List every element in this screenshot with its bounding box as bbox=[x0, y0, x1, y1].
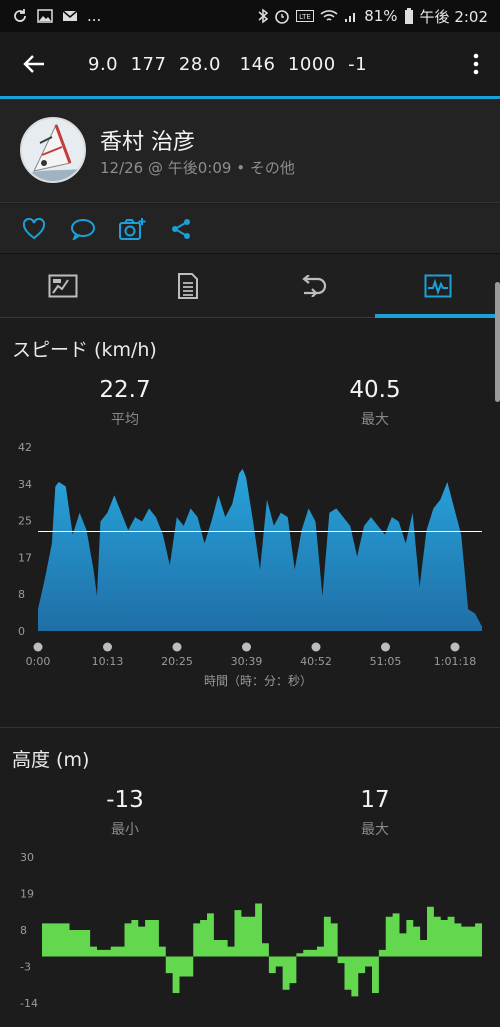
details-tab-icon bbox=[177, 273, 198, 299]
camera-add-icon bbox=[119, 218, 146, 240]
speed-max-value: 40.5 bbox=[349, 377, 401, 403]
graphs-panel: スピード (km/h) 22.7 平均 40.5 最大 42 34 25 17 8 0 0:… bbox=[0, 319, 500, 1027]
altitude-max-value: 17 bbox=[360, 787, 390, 813]
summary-tab-icon bbox=[48, 274, 77, 298]
tab-laps[interactable] bbox=[250, 254, 375, 318]
comment-icon bbox=[71, 219, 95, 240]
sync-icon bbox=[14, 9, 26, 22]
activity-owner: 香村 治彦 12/26 @ 午後0:09 • その他 bbox=[0, 99, 500, 203]
speed-ytick-label: 8 bbox=[18, 588, 25, 601]
speed-ytick-label: 17 bbox=[18, 551, 32, 564]
activity-tabs bbox=[0, 254, 500, 318]
scrollbar[interactable] bbox=[495, 282, 500, 402]
activity-title: 9.0 177 28.0 146 1000 -1 bbox=[88, 53, 368, 75]
speed-xtick-marker[interactable] bbox=[103, 642, 112, 652]
avatar[interactable] bbox=[20, 117, 86, 183]
speed-area-series bbox=[38, 468, 482, 631]
app-bar: 9.0 177 28.0 146 1000 -1 bbox=[0, 32, 500, 96]
section-divider bbox=[0, 727, 500, 728]
speed-xtick-label: 0:00 bbox=[26, 655, 51, 668]
speed-xtick-marker[interactable] bbox=[450, 642, 460, 652]
speed-xtick-marker[interactable] bbox=[381, 642, 390, 652]
tab-summary[interactable] bbox=[0, 254, 125, 318]
altitude-ytick-label: 8 bbox=[20, 924, 27, 937]
altitude-chart: 30 19 8 -3 -14 bbox=[20, 851, 482, 1010]
alarm-icon bbox=[275, 10, 290, 24]
speed-ytick-label: 42 bbox=[18, 441, 32, 454]
comment-button[interactable] bbox=[69, 216, 97, 242]
add-photo-button[interactable] bbox=[118, 216, 146, 242]
windsurf-photo bbox=[22, 119, 84, 181]
signal-icon bbox=[345, 13, 356, 22]
image-icon bbox=[37, 9, 53, 23]
speed-xtick-label: 10:13 bbox=[92, 655, 124, 668]
speed-title: スピード (km/h) bbox=[12, 339, 157, 361]
speed-ytick-label: 34 bbox=[18, 478, 32, 491]
tab-details[interactable] bbox=[125, 254, 250, 318]
altitude-min-value: -13 bbox=[106, 787, 144, 813]
like-button[interactable] bbox=[20, 216, 48, 242]
altitude-ytick-label: -14 bbox=[20, 997, 38, 1010]
altitude-min-label: 最小 bbox=[111, 822, 139, 838]
share-icon bbox=[172, 219, 190, 239]
clock: 午後 2:02 bbox=[419, 7, 488, 26]
graph-tab-icon bbox=[424, 274, 451, 298]
active-tab-indicator bbox=[375, 314, 500, 318]
speed-xtick-label: 1:01:18 bbox=[434, 655, 476, 668]
speed-xtick-marker[interactable] bbox=[172, 642, 182, 652]
speed-xtick-marker[interactable] bbox=[33, 642, 43, 652]
speed-xtick-marker[interactable] bbox=[242, 642, 251, 652]
battery-percent: 81% bbox=[364, 7, 398, 25]
altitude-ytick-label: -3 bbox=[20, 961, 31, 974]
speed-x-axis-label: 時間（時：分：秒） bbox=[204, 674, 312, 688]
more-menu-button[interactable] bbox=[466, 50, 486, 78]
speed-avg-label: 平均 bbox=[111, 412, 139, 428]
arrow-left-icon bbox=[23, 55, 44, 73]
speed-avg-value: 22.7 bbox=[99, 377, 151, 403]
lte-icon: LTE bbox=[296, 10, 315, 22]
speed-xtick-label: 20:25 bbox=[161, 655, 193, 668]
owner-name: 香村 治彦 bbox=[100, 130, 195, 155]
speed-max-label: 最大 bbox=[361, 412, 389, 428]
action-bar bbox=[0, 204, 500, 254]
share-button[interactable] bbox=[167, 216, 195, 242]
more-vertical-icon bbox=[473, 53, 479, 75]
speed-chart: 42 34 25 17 8 0 0:00 10:13 20:25 30:39 40:52 51:05 1… bbox=[18, 441, 482, 688]
heart-icon bbox=[22, 218, 46, 240]
altitude-ytick-label: 30 bbox=[20, 851, 34, 864]
speed-ytick-label: 25 bbox=[18, 515, 32, 528]
altitude-title: 高度 (m) bbox=[12, 749, 90, 771]
svg-text:LTE: LTE bbox=[299, 13, 311, 21]
tab-graphs[interactable] bbox=[375, 254, 500, 318]
status-bar: ... LTE 81% 午後 2:02 bbox=[0, 0, 500, 32]
altitude-ytick-label: 19 bbox=[20, 888, 34, 901]
altitude-area-series bbox=[42, 903, 482, 997]
speed-xtick-label: 51:05 bbox=[370, 655, 402, 668]
back-button[interactable] bbox=[0, 32, 68, 96]
battery-icon bbox=[404, 8, 413, 24]
bluetooth-icon bbox=[258, 8, 269, 24]
notification-overflow: ... bbox=[87, 7, 102, 25]
mail-icon bbox=[62, 10, 78, 21]
activity-date-type: 12/26 @ 午後0:09 • その他 bbox=[100, 159, 295, 177]
speed-xtick-label: 40:52 bbox=[300, 655, 332, 668]
speed-xtick-marker[interactable] bbox=[311, 642, 321, 652]
wifi-icon bbox=[320, 10, 338, 21]
altitude-max-label: 最大 bbox=[361, 822, 389, 838]
speed-ytick-label: 0 bbox=[18, 625, 25, 638]
speed-xtick-label: 30:39 bbox=[231, 655, 263, 668]
laps-tab-icon bbox=[301, 275, 326, 297]
